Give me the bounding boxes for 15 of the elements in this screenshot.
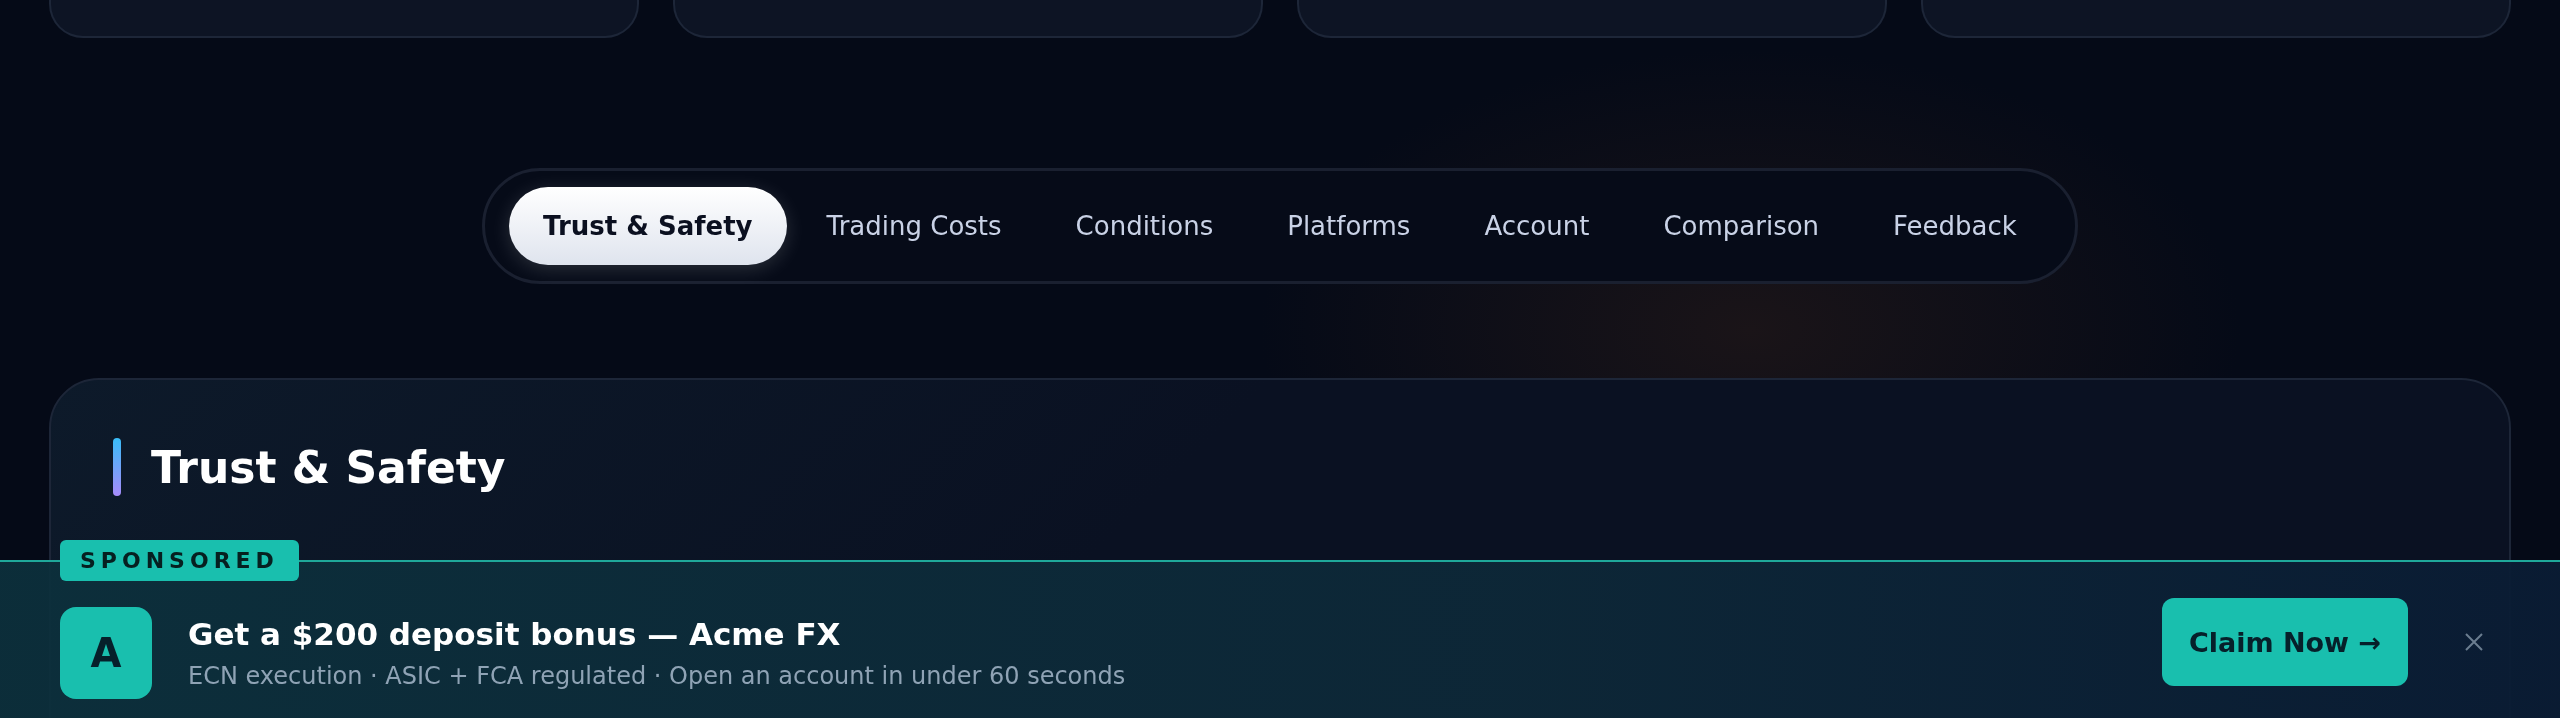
logo-tile: A [60,607,152,699]
ad-title: Get a $200 deposit bonus — Acme FX [188,616,842,652]
tab[interactable]: Comparison [1629,187,1854,265]
tab[interactable]: Feedback [1859,187,2051,265]
close-icon[interactable] [2464,632,2484,652]
accent-bar [113,438,121,496]
claim-button[interactable]: Claim Now → [2162,598,2408,686]
tab[interactable]: Trading Costs [792,187,1036,265]
tab[interactable]: Platforms [1253,187,1445,265]
tab[interactable]: Conditions [1041,187,1248,265]
tab[interactable]: Account [1450,187,1624,265]
section-title: Trust & Safety [151,441,506,493]
ad-subtitle: ECN execution · ASIC + FCA regulated · Open an account in under 60 seconds [188,662,1127,690]
sponsored-badge: SPONSORED [60,540,299,581]
tab[interactable]: Trust & Safety [509,187,787,265]
